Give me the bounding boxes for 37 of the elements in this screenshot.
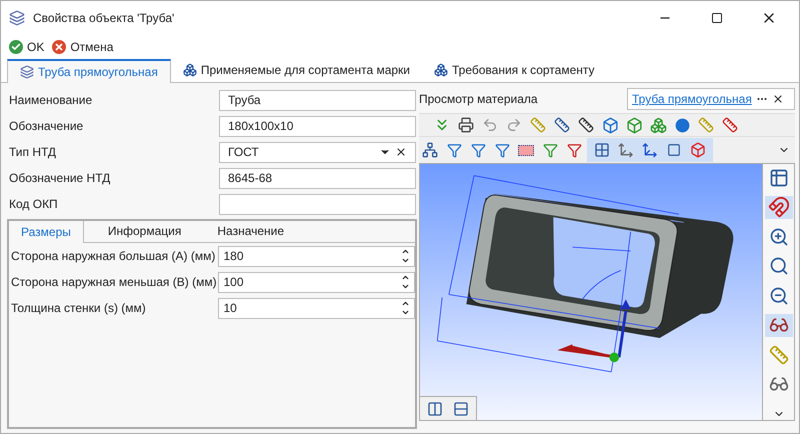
panel-title: Просмотр материала [419, 91, 539, 108]
close-icon[interactable] [772, 93, 784, 105]
spin-field[interactable]: 10 [218, 298, 415, 318]
input-field[interactable] [219, 194, 416, 214]
tab[interactable]: Требования к сортаменту [422, 58, 607, 82]
tab[interactable]: Назначение [205, 220, 296, 242]
object-selector[interactable]: Труба прямоугольная [627, 88, 795, 110]
field-label: Толщина стенки (s) (мм) [11, 300, 147, 317]
field-label: Тип НТД [9, 144, 58, 161]
clear-icon[interactable] [395, 146, 407, 158]
tab[interactable]: Размеры [9, 221, 84, 243]
field-label: Код ОКП [9, 196, 59, 213]
field-label: Сторона наружная большая (А) (мм) [11, 248, 216, 265]
app-icon [9, 10, 25, 26]
cancel-button[interactable]: Отмена [52, 38, 114, 56]
glasses-icon[interactable] [764, 314, 792, 337]
window-title: Свойства объекта 'Труба' [33, 10, 176, 27]
field-label: Обозначение НТД [9, 170, 112, 187]
cancel-icon [52, 40, 66, 54]
tab[interactable]: Применяемые для сортамента марки [170, 58, 422, 82]
input-field[interactable]: Труба [219, 90, 416, 110]
tab[interactable]: Информация [96, 220, 194, 242]
cubes-icon [434, 63, 448, 77]
ok-button[interactable]: OK [9, 38, 44, 56]
field-label: Наименование [9, 92, 94, 109]
field-label: Обозначение [9, 118, 84, 135]
cubes-icon [182, 63, 197, 77]
layers-icon [20, 65, 34, 79]
input-field[interactable]: 8645-68 [219, 168, 416, 188]
field-label: Сторона наружная меньшая (В) (мм) [11, 274, 218, 291]
dropdown-field[interactable]: ГОСТ [219, 142, 416, 162]
tab[interactable]: Труба прямоугольная [7, 59, 171, 83]
check-icon [9, 40, 23, 54]
input-field[interactable]: 180x100x10 [219, 116, 416, 136]
spin-field[interactable]: 100 [218, 272, 415, 292]
spin-field[interactable]: 180 [218, 246, 415, 266]
magnet-icon[interactable] [764, 196, 792, 219]
